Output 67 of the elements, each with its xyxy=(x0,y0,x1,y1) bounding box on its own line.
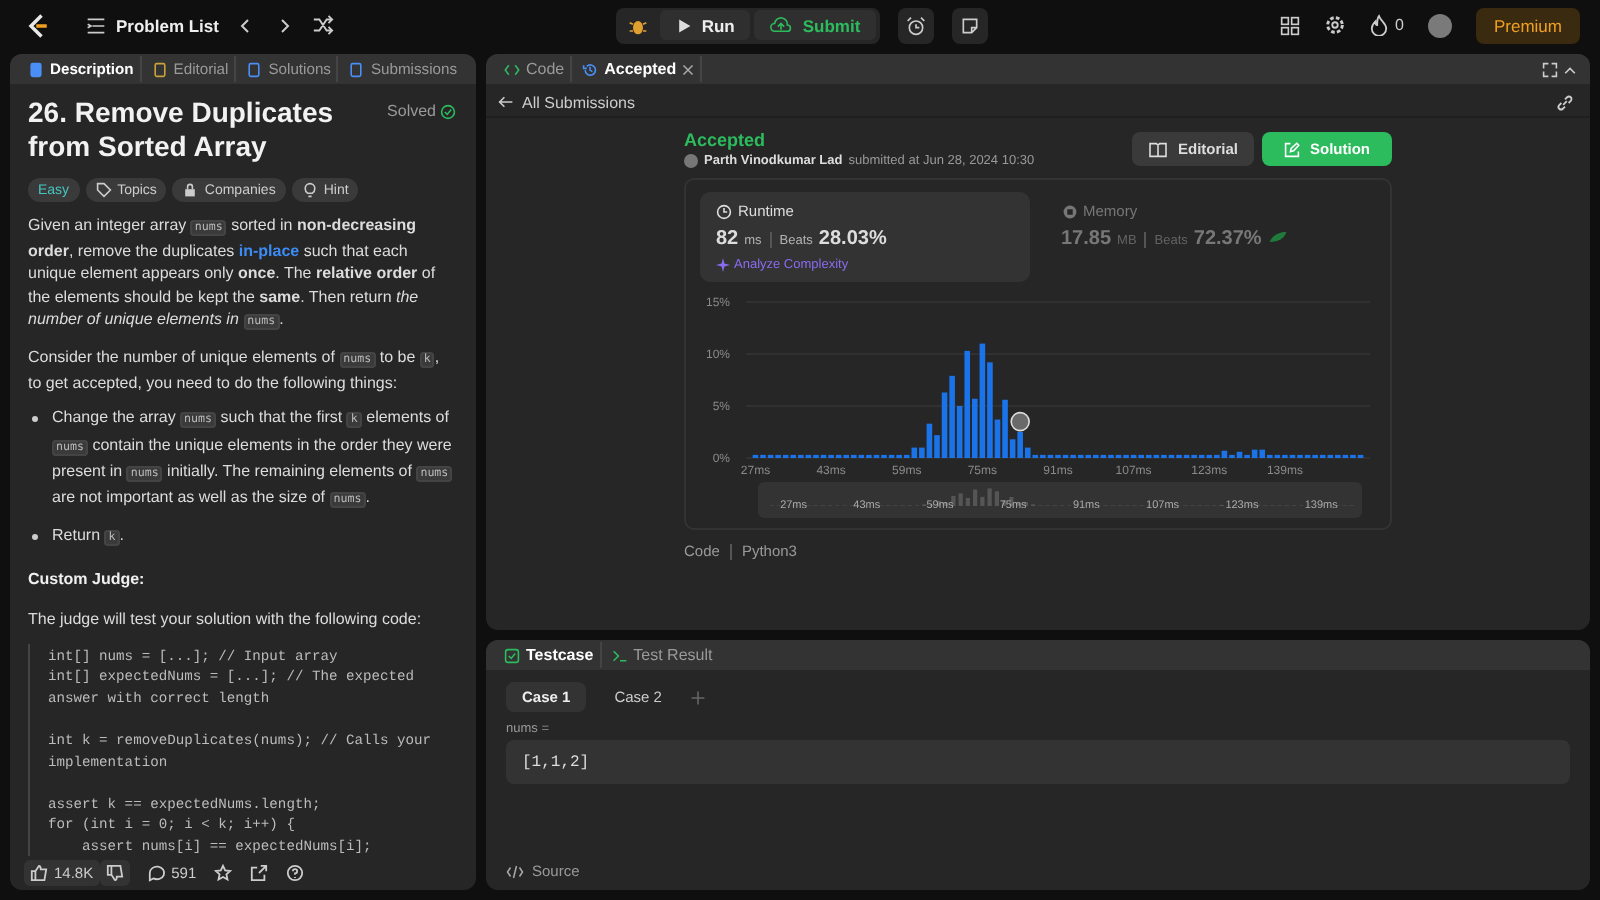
submission-status: Accepted xyxy=(684,130,768,150)
thumbs-down-icon xyxy=(105,864,124,882)
star-icon[interactable] xyxy=(214,864,233,882)
section-heading: Custom Judge: xyxy=(28,570,147,589)
leaf-icon xyxy=(1267,230,1288,244)
submit-button[interactable]: Submit xyxy=(754,10,877,40)
streak-counter[interactable]: 0 xyxy=(1369,14,1404,36)
run-button[interactable]: Run xyxy=(659,10,751,40)
console-tab[interactable]: Testcase xyxy=(498,642,602,668)
notes-button[interactable] xyxy=(952,7,989,43)
premium-button[interactable]: Premium xyxy=(1475,7,1580,43)
check-circle-icon xyxy=(440,103,456,119)
user-marker-icon xyxy=(1009,411,1029,432)
input-field[interactable]: [1,1,2] xyxy=(506,740,1570,784)
code-icon xyxy=(506,863,524,879)
thumbs-up-icon xyxy=(30,864,48,882)
problem-list-link[interactable]: Problem List xyxy=(86,15,219,35)
bug-icon xyxy=(627,15,648,35)
alarm-clock-icon xyxy=(906,15,927,35)
book-icon xyxy=(1147,141,1168,157)
back-link[interactable]: All Submissions xyxy=(498,93,635,111)
description-paragraph: The judge will test your solution with the following code: xyxy=(28,608,424,632)
editor-tab[interactable]: Accepted xyxy=(576,56,703,82)
problem-title: 26. Remove Duplicates from Sorted Array xyxy=(28,96,336,164)
tab-icon xyxy=(246,61,263,77)
close-icon[interactable] xyxy=(682,63,695,75)
edit-icon xyxy=(1284,141,1300,157)
lightbulb-icon xyxy=(301,182,318,198)
chip-icon xyxy=(1061,203,1077,219)
checkbox-icon xyxy=(504,647,520,663)
editor-tab[interactable]: Code xyxy=(498,56,573,82)
clock-icon xyxy=(716,203,732,219)
list-icon xyxy=(86,15,106,35)
grid-icon[interactable] xyxy=(1279,15,1300,35)
tab-icon xyxy=(348,61,365,77)
code-icon xyxy=(504,61,520,77)
flame-icon xyxy=(1369,14,1388,36)
dislike-button[interactable] xyxy=(99,860,130,886)
shuffle-icon[interactable] xyxy=(312,14,335,36)
cloud-upload-icon xyxy=(770,16,793,34)
link-icon[interactable] xyxy=(1556,93,1574,111)
solved-status: Solved xyxy=(387,102,456,120)
terminal-icon xyxy=(611,647,628,663)
sparkle-icon xyxy=(716,258,730,272)
lock-icon xyxy=(182,182,199,198)
timer-button[interactable] xyxy=(898,7,935,43)
stat-value: 17.85 xyxy=(1061,228,1112,250)
beats-percent: 72.37% xyxy=(1193,228,1262,250)
play-icon xyxy=(675,17,692,33)
help-icon[interactable] xyxy=(286,864,305,882)
note-icon xyxy=(960,15,981,35)
arrow-left-icon xyxy=(498,94,514,110)
tag-icon xyxy=(95,182,112,198)
user-avatar-icon xyxy=(684,154,698,168)
comment-icon xyxy=(147,864,166,882)
expand-icon[interactable] xyxy=(1542,61,1558,77)
stat-value: 82 xyxy=(716,228,739,250)
in-place-link[interactable]: in-place xyxy=(238,242,300,261)
beats-percent: 28.03% xyxy=(818,228,887,250)
tab-icon xyxy=(151,61,168,77)
tab-icon xyxy=(28,61,44,77)
avatar-icon[interactable] xyxy=(1427,13,1452,37)
share-icon[interactable] xyxy=(250,864,269,882)
console-tab[interactable]: Test Result xyxy=(605,642,719,668)
history-icon xyxy=(582,61,599,77)
logo-icon[interactable] xyxy=(24,11,52,39)
settings-icon[interactable] xyxy=(1323,14,1346,36)
